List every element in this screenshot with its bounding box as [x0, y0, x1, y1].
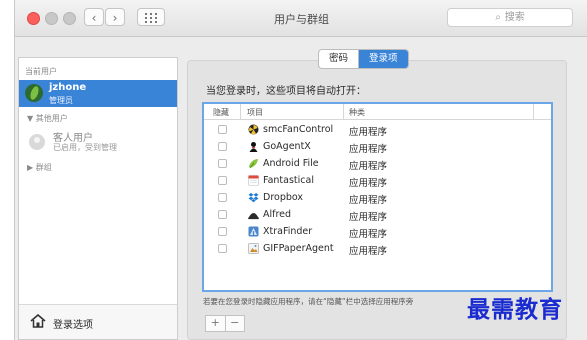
user-avatar [25, 84, 43, 102]
item-kind: 应用程序 [349, 178, 388, 189]
table-row[interactable]: Alfred 应用程序 [204, 206, 551, 223]
fantastical-icon [248, 175, 259, 186]
item-kind: 应用程序 [349, 144, 388, 155]
item-name: Fantastical [263, 175, 314, 186]
dropbox-icon [248, 193, 259, 203]
item-name: smcFanControl [263, 124, 334, 135]
gifpaperagent-icon [248, 243, 259, 254]
remove-item-button[interactable]: − [226, 316, 245, 331]
hide-hint-text: 若要在您登录时隐藏应用程序，请在“隐藏”栏中选择应用程序旁 [203, 297, 414, 306]
tab-password[interactable]: 密码 [319, 50, 360, 68]
current-user-name: jzhone [49, 82, 87, 93]
login-options-button[interactable]: 登录选项 [19, 304, 177, 339]
table-row[interactable]: GIFPaperAgent 应用程序 [204, 240, 551, 257]
other-users-header[interactable]: ▼ 其他用户 [27, 113, 68, 124]
hide-checkbox[interactable] [218, 142, 227, 151]
search-icon: ⌕ [495, 12, 501, 23]
title-bar: ‹ › 用户与群组 ⌕ 搜索 [15, 0, 587, 37]
item-kind: 应用程序 [349, 195, 388, 206]
item-kind: 应用程序 [349, 229, 388, 240]
item-name: XtraFinder [263, 226, 313, 237]
smcfancontrol-icon [248, 124, 259, 135]
tab-login-items[interactable]: 登录项 [359, 50, 408, 68]
table-row[interactable]: XtraFinder 应用程序 [204, 223, 551, 240]
alfred-icon [248, 213, 259, 220]
search-field[interactable]: ⌕ 搜索 [447, 8, 573, 27]
table-row[interactable]: Fantastical 应用程序 [204, 172, 551, 189]
groups-header[interactable]: ▶ 群组 [27, 162, 52, 173]
tab-bar: 密码 登录项 [318, 49, 409, 69]
hide-checkbox[interactable] [218, 244, 227, 253]
add-remove-control: + − [205, 315, 245, 332]
watermark-text: 最需教育 [467, 296, 563, 323]
login-items-table: 隐藏 项目 种类 smcFanControl 应用程序 GoAgentX 应用程… [202, 102, 553, 292]
table-row[interactable]: GoAgentX 应用程序 [204, 138, 551, 155]
item-name: Dropbox [263, 192, 304, 203]
item-kind: 应用程序 [349, 127, 388, 138]
table-row[interactable]: Dropbox 应用程序 [204, 189, 551, 206]
current-user-header: 当前用户 [25, 67, 57, 76]
column-item[interactable]: 项目 [247, 107, 263, 118]
table-row[interactable]: Android File 应用程序 [204, 155, 551, 172]
android-file-icon [249, 159, 258, 169]
hide-checkbox[interactable] [218, 193, 227, 202]
add-item-button[interactable]: + [206, 316, 226, 331]
users-sidebar: 当前用户 jzhone 管理员 ▼ 其他用户 客人用户 已启用，受到管理 ▶ 群… [18, 57, 178, 340]
table-row[interactable]: smcFanControl 应用程序 [204, 121, 551, 138]
search-placeholder: 搜索 [504, 12, 525, 23]
column-kind[interactable]: 种类 [349, 107, 365, 118]
hide-checkbox[interactable] [218, 125, 227, 134]
item-name: Android File [263, 158, 319, 169]
item-kind: 应用程序 [349, 246, 388, 257]
house-icon [30, 314, 46, 328]
guest-avatar [29, 134, 45, 150]
column-hide[interactable]: 隐藏 [213, 107, 229, 118]
login-options-label: 登录选项 [53, 320, 93, 331]
item-kind: 应用程序 [349, 161, 388, 172]
goagentx-icon [249, 142, 258, 152]
login-items-prompt: 当您登录时，这些项目将自动打开： [206, 86, 366, 97]
guest-user-status: 已启用，受到管理 [53, 143, 117, 152]
item-name: GoAgentX [263, 141, 311, 152]
sidebar-item-current-user[interactable]: jzhone 管理员 [19, 80, 177, 107]
xtrafinder-icon [248, 226, 259, 237]
current-user-role: 管理员 [49, 96, 73, 105]
item-kind: 应用程序 [349, 212, 388, 223]
table-header: 隐藏 项目 种类 [204, 104, 551, 120]
item-name: Alfred [263, 209, 292, 220]
hide-checkbox[interactable] [218, 227, 227, 236]
hide-checkbox[interactable] [218, 176, 227, 185]
item-name: GIFPaperAgent [263, 243, 334, 254]
hide-checkbox[interactable] [218, 159, 227, 168]
hide-checkbox[interactable] [218, 210, 227, 219]
